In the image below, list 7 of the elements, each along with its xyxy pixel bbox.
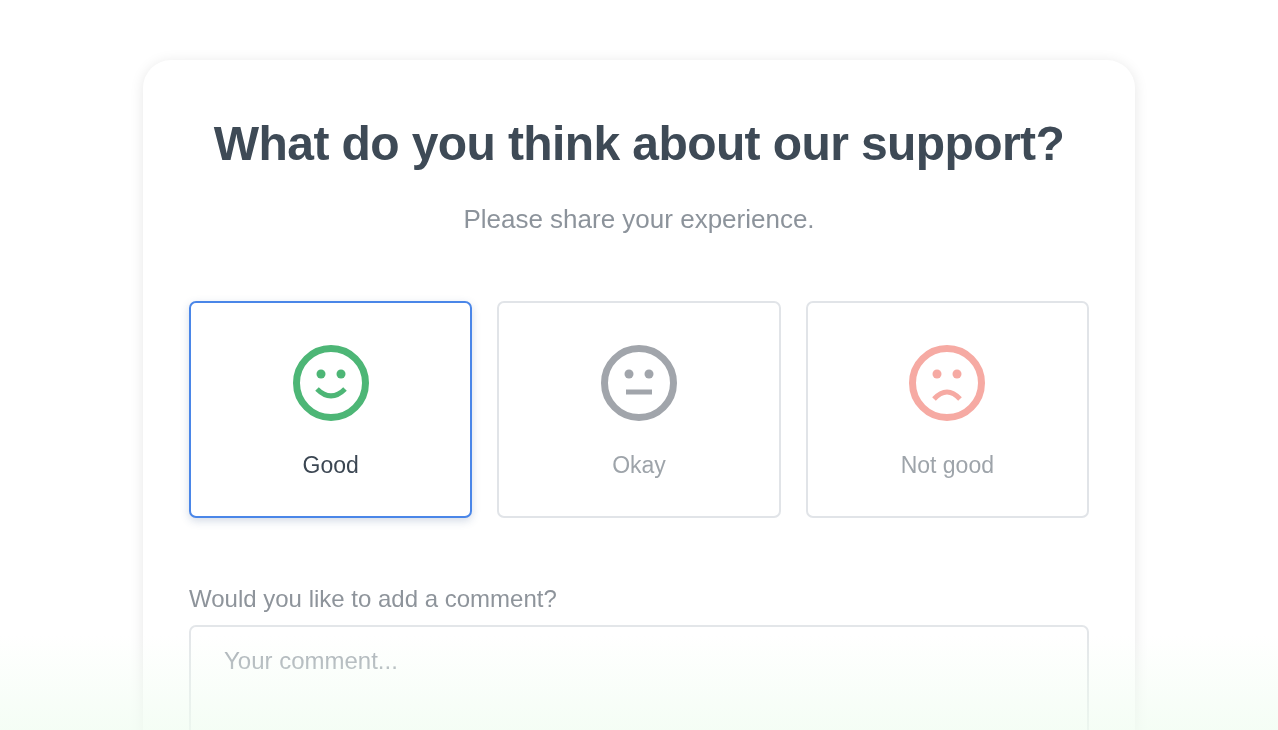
- comment-field[interactable]: Your comment...: [189, 625, 1089, 730]
- rating-option[interactable]: Not good: [805, 301, 1089, 518]
- card-title: What do you think about our support?: [212, 116, 1066, 172]
- rating-option[interactable]: Okay: [497, 301, 781, 518]
- rating-option[interactable]: Good: [189, 301, 473, 518]
- comment-label: Would you like to add a comment?: [189, 585, 558, 613]
- card-subtitle: Please share your experience.: [462, 203, 816, 235]
